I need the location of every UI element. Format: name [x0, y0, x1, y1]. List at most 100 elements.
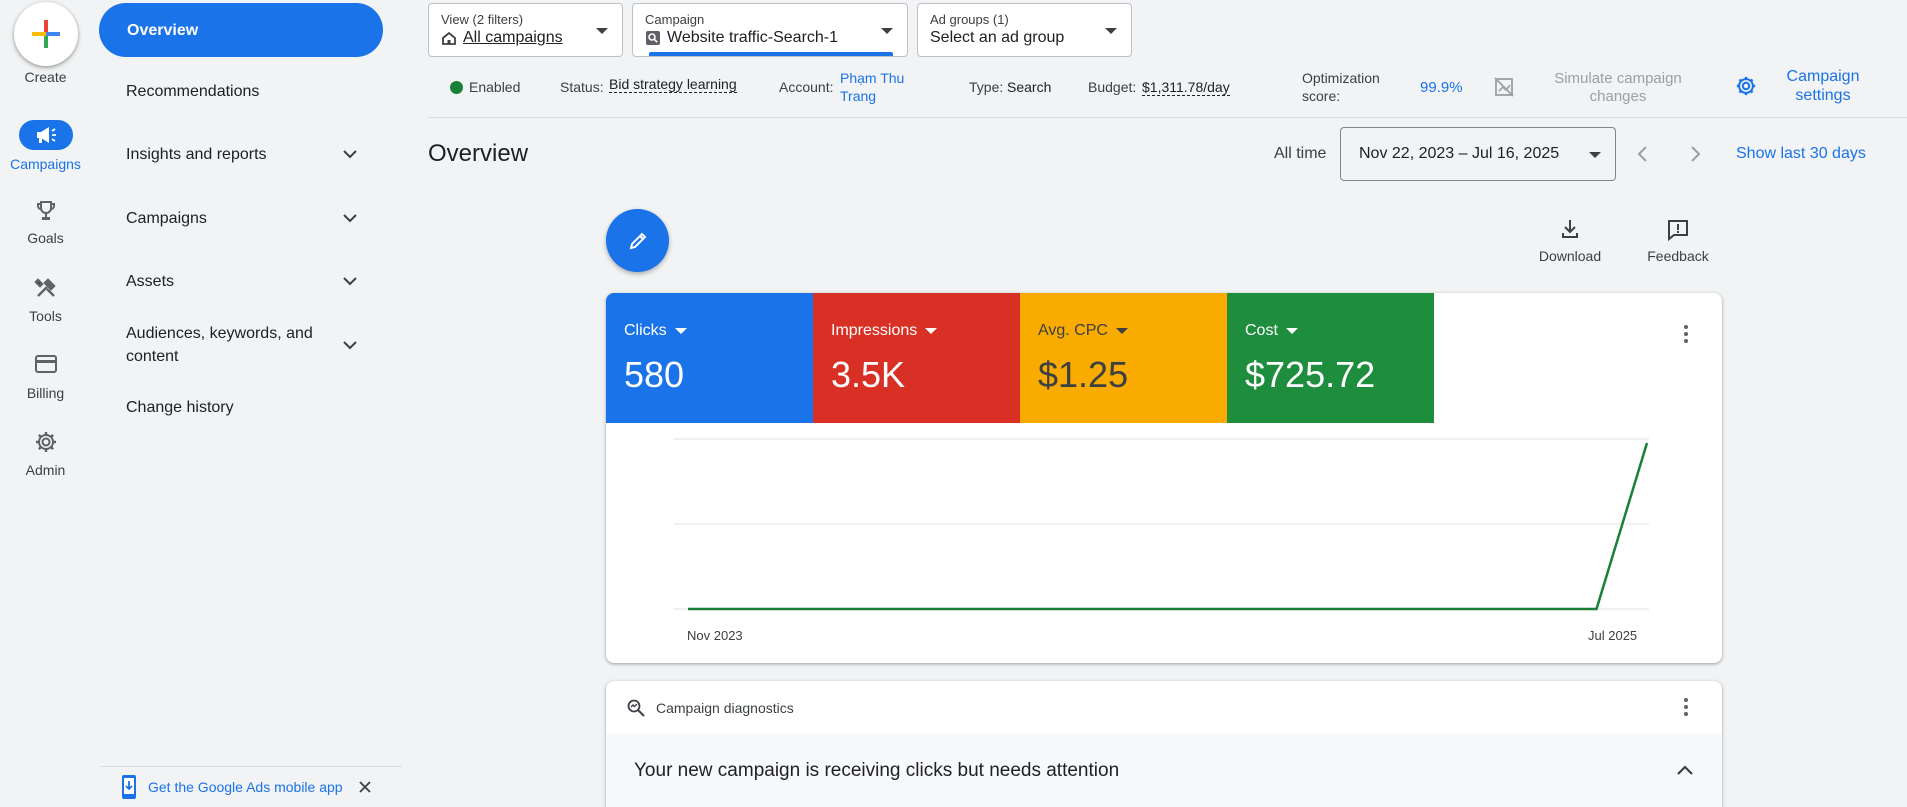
metric-name: Avg. CPC	[1038, 322, 1108, 339]
feedback-button[interactable]: Feedback	[1643, 218, 1713, 264]
rail-item-billing[interactable]: Billing	[0, 353, 91, 403]
nav-item-recommendations[interactable]: Recommendations	[98, 78, 383, 104]
rail-label: Admin	[25, 462, 66, 478]
chevron-up-icon[interactable]	[1676, 764, 1694, 776]
campaign-dropdown[interactable]: Campaign Website traffic-Search-1	[632, 3, 908, 57]
campaign-settings-line2[interactable]: settings	[1780, 87, 1866, 105]
caret-down-icon	[674, 328, 687, 334]
rail-label: Tools	[29, 308, 62, 324]
x-tick-label: Nov 2023	[687, 628, 743, 643]
chevron-down-icon	[343, 341, 357, 350]
metric-cost[interactable]: Cost $725.72	[1227, 293, 1434, 423]
enabled-dot-icon	[450, 80, 463, 94]
nav-item-change-history[interactable]: Change history	[98, 394, 383, 420]
optimization-label-line1: Optimization	[1302, 70, 1380, 86]
previous-period-button[interactable]	[1628, 140, 1656, 168]
search-campaign-icon	[646, 31, 660, 45]
gear-icon	[34, 430, 58, 454]
x-tick-label: Jul 2025	[1588, 628, 1638, 643]
caret-down-icon	[925, 328, 938, 334]
ad-groups-dropdown[interactable]: Ad groups (1) Select an ad group	[917, 3, 1132, 57]
caret-down-icon	[881, 28, 893, 34]
diagnostics-title: Campaign diagnostics	[656, 699, 794, 716]
status-value[interactable]: Bid strategy learning	[609, 76, 737, 93]
rail-item-campaigns[interactable]: Campaigns	[0, 120, 91, 175]
series-line	[688, 442, 1649, 611]
download-button[interactable]: Download	[1536, 218, 1604, 264]
nav-item-label: Assets	[126, 272, 175, 290]
budget-value[interactable]: $1,311.78/day	[1142, 79, 1230, 96]
view-filter-dropdown[interactable]: View (2 filters) All campaigns	[428, 3, 623, 57]
rail-item-goals[interactable]: Goals	[0, 199, 91, 249]
trophy-icon	[34, 199, 58, 223]
mobile-app-banner[interactable]: Get the Google Ads mobile app	[100, 766, 402, 807]
credit-card-icon	[34, 353, 58, 375]
chevron-down-icon	[343, 277, 357, 286]
caret-down-icon	[1115, 328, 1128, 334]
diagnostics-message: Your new campaign is receiving clicks bu…	[634, 760, 1120, 781]
metric-value: 580	[624, 354, 685, 395]
enabled-label: Enabled	[469, 79, 521, 95]
phone-download-icon	[122, 775, 136, 799]
nav-item-audiences-keywords-content[interactable]: Audiences, keywords, and content	[98, 320, 383, 370]
status-label: Status:	[560, 79, 604, 95]
metric-avg-cpc[interactable]: Avg. CPC $1.25	[1020, 293, 1227, 423]
caret-down-icon	[1285, 328, 1298, 334]
nav-item-insights-and-reports[interactable]: Insights and reports	[98, 141, 383, 167]
date-range-picker[interactable]: Nov 22, 2023 – Jul 16, 2025	[1340, 127, 1616, 181]
line-chart	[674, 438, 1649, 611]
nav-item-overview[interactable]: Overview	[99, 3, 383, 57]
caret-down-icon	[1589, 152, 1601, 158]
rail-item-tools[interactable]: Tools	[0, 276, 91, 326]
next-period-button[interactable]	[1682, 140, 1710, 168]
show-last-30-days-link[interactable]: Show last 30 days	[1736, 145, 1866, 163]
rail-label: Goals	[27, 230, 64, 246]
metric-clicks[interactable]: Clicks 580	[606, 293, 813, 423]
mobile-app-link[interactable]: Get the Google Ads mobile app	[148, 779, 343, 795]
more-options-icon[interactable]	[1684, 325, 1688, 343]
side-navigation: Overview Recommendations Insights and re…	[98, 0, 402, 807]
chevron-left-icon	[1637, 146, 1647, 162]
nav-item-campaigns[interactable]: Campaigns	[98, 205, 383, 231]
metric-name: Cost	[1245, 322, 1278, 339]
optimization-score[interactable]: 99.9%	[1420, 79, 1463, 96]
gear-icon[interactable]	[1735, 75, 1757, 97]
plus-icon	[32, 20, 60, 48]
nav-item-label: Audiences, keywords, and content	[126, 325, 313, 365]
chevron-right-icon	[1691, 146, 1701, 162]
header-divider	[428, 117, 1907, 118]
ad-groups-value: Select an ad group	[930, 29, 1065, 46]
account-value-line1[interactable]: Phạm Thu	[840, 70, 904, 86]
download-icon	[1562, 220, 1578, 238]
performance-chart-card: Clicks 580 Impressions 3.5K Avg. CPC $1.…	[606, 293, 1722, 663]
tools-icon	[33, 276, 58, 300]
nav-item-label: Campaigns	[126, 209, 207, 227]
create-button[interactable]	[14, 2, 78, 66]
campaign-settings-line1[interactable]: Campaign	[1780, 68, 1866, 86]
nav-item-assets[interactable]: Assets	[98, 268, 383, 294]
edit-overview-button[interactable]	[606, 209, 669, 272]
budget-label: Budget:	[1088, 79, 1137, 95]
close-icon[interactable]	[358, 781, 371, 793]
metric-impressions[interactable]: Impressions 3.5K	[813, 293, 1020, 423]
campaign-diagnostics-card: Campaign diagnostics Your new campaign i…	[606, 681, 1722, 807]
megaphone-icon	[18, 120, 73, 150]
type-value: Search	[1007, 79, 1052, 95]
metric-value: 3.5K	[831, 354, 906, 395]
account-value-line2[interactable]: Trang	[840, 88, 876, 104]
caret-down-icon	[1105, 28, 1117, 34]
simulate-line1: Simulate campaign	[1554, 70, 1682, 87]
download-label: Download	[1538, 248, 1602, 264]
campaign-value: Website traffic-Search-1	[667, 29, 839, 46]
rail-label: Campaigns	[10, 156, 81, 172]
left-rail: Create Campaigns Goals Tools Billing Adm…	[0, 0, 91, 807]
diagnostics-message-row[interactable]: Your new campaign is receiving clicks bu…	[606, 734, 1722, 807]
home-icon	[442, 31, 456, 45]
more-options-icon[interactable]	[1684, 698, 1688, 716]
selected-indicator	[649, 52, 893, 56]
feedback-icon	[1668, 220, 1688, 242]
rail-item-admin[interactable]: Admin	[0, 430, 91, 480]
all-time-label: All time	[1274, 145, 1327, 162]
nav-item-label: Change history	[126, 398, 234, 416]
caret-down-icon	[596, 28, 608, 34]
